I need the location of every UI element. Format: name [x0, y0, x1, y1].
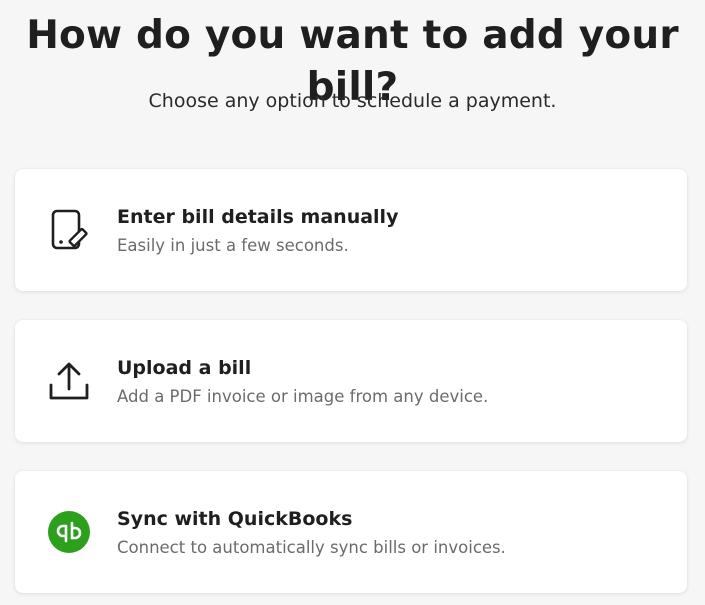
option-title: Enter bill details manually	[117, 206, 399, 228]
upload-bill-option[interactable]: Upload a bill Add a PDF invoice or image…	[15, 320, 687, 442]
add-bill-page: How do you want to add your bill? Choose…	[0, 0, 705, 605]
document-edit-icon	[47, 208, 91, 252]
option-description: Add a PDF invoice or image from any devi…	[117, 387, 489, 406]
option-description: Easily in just a few seconds.	[117, 236, 349, 255]
sync-quickbooks-option[interactable]: Sync with QuickBooks Connect to automati…	[15, 471, 687, 593]
option-description: Connect to automatically sync bills or i…	[117, 538, 506, 557]
quickbooks-icon	[47, 510, 91, 554]
option-title: Sync with QuickBooks	[117, 508, 353, 530]
option-title: Upload a bill	[117, 357, 252, 379]
upload-icon	[47, 359, 91, 403]
page-subtitle: Choose any option to schedule a payment.	[148, 90, 557, 112]
enter-manually-option[interactable]: Enter bill details manually Easily in ju…	[15, 169, 687, 291]
